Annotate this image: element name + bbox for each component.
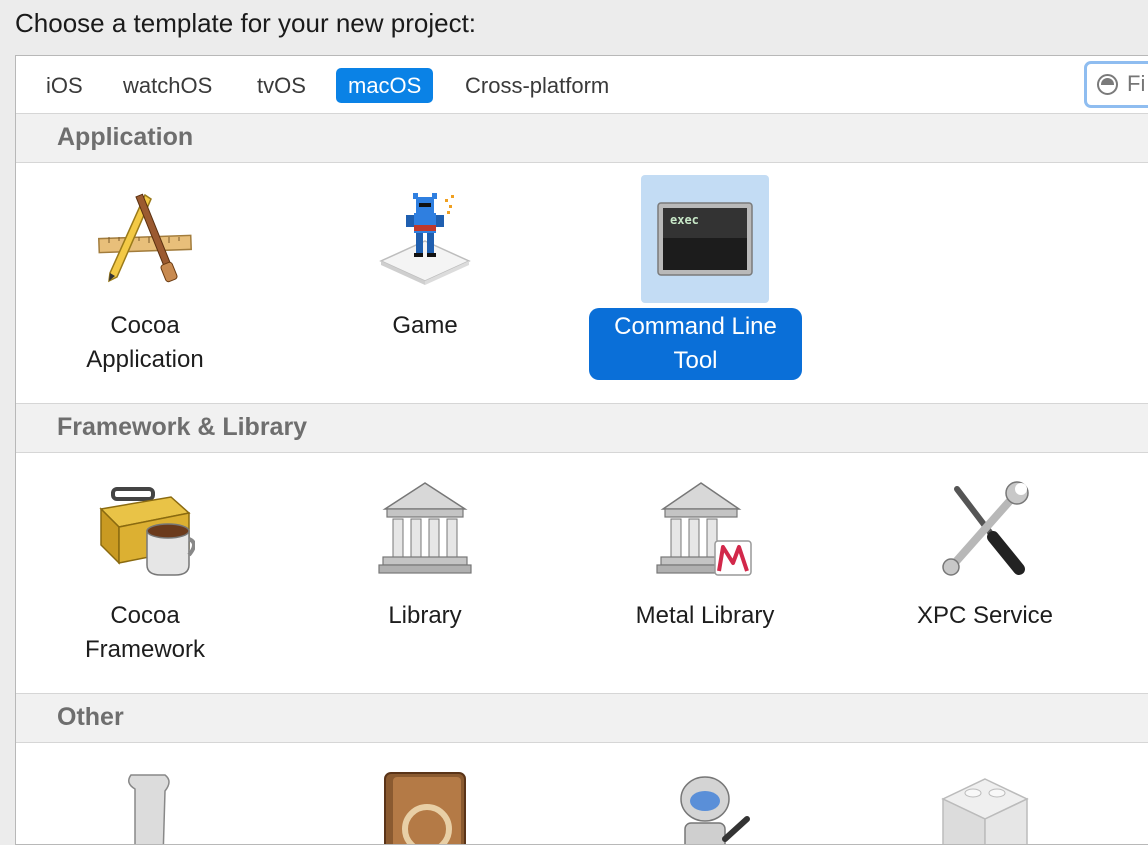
template-label: Cocoa Framework [84, 602, 205, 663]
section-title: Other [57, 703, 124, 731]
template-label: Cocoa Application [86, 312, 204, 373]
template-label: Library [388, 602, 462, 629]
cocoa-app-icon [81, 175, 209, 303]
metal-library-icon [641, 465, 769, 593]
tab-tvos[interactable]: tvOS [245, 68, 318, 103]
terminal-icon: exec [657, 202, 753, 276]
platform-tab-bar: iOS watchOS tvOS macOS Cross-platform [16, 56, 1148, 114]
dialog-prompt: Choose a template for your new project: [15, 8, 477, 38]
tab-macos[interactable]: macOS [336, 68, 434, 103]
template-label-selected: Command Line Tool [589, 308, 802, 380]
library-icon [361, 465, 489, 593]
script-icon [81, 755, 209, 844]
filter-input[interactable] [1127, 70, 1148, 98]
tools-icon [921, 465, 1049, 593]
section-header-other: Other [16, 693, 1148, 743]
tab-ios[interactable]: iOS [34, 68, 95, 103]
tab-cross-platform[interactable]: Cross-platform [453, 68, 621, 103]
filter-field[interactable] [1084, 61, 1148, 108]
filter-icon [1097, 74, 1118, 95]
selection-highlight: exec [641, 175, 769, 303]
toolbox-icon [81, 465, 209, 593]
section-header-application: Application [16, 113, 1148, 163]
template-label: Metal Library [635, 602, 775, 629]
tab-watchos[interactable]: watchOS [111, 68, 224, 103]
section-title: Application [57, 123, 194, 151]
template-label: XPC Service [916, 602, 1054, 629]
template-label: Game [392, 312, 458, 339]
game-icon [361, 175, 489, 303]
section-header-framework: Framework & Library [16, 403, 1148, 453]
template-panel: iOS watchOS tvOS macOS Cross-platform Ap… [15, 55, 1148, 845]
automator-icon [641, 755, 769, 844]
terminal-icon-text: exec [670, 213, 699, 227]
address-book-icon [361, 755, 489, 844]
bundle-icon [921, 755, 1049, 844]
section-title: Framework & Library [57, 413, 308, 441]
